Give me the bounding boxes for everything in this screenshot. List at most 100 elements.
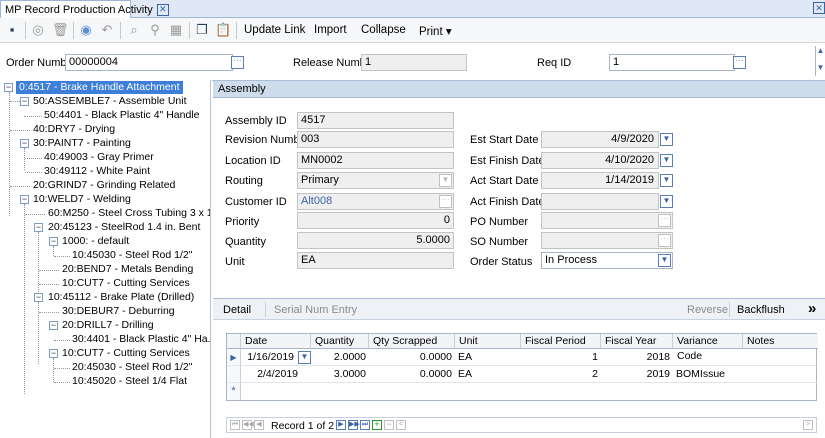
- column-header-notes[interactable]: Notes: [743, 334, 818, 349]
- print-menu-button[interactable]: Print ▾: [419, 24, 452, 38]
- undo-icon[interactable]: ↶: [99, 22, 115, 38]
- delete-icon[interactable]: 🗑: [52, 22, 69, 38]
- import-button[interactable]: Import: [314, 24, 347, 36]
- tree-node[interactable]: 60:M250 - Steel Cross Tubing 3 x 1.5...: [48, 207, 210, 220]
- cell-qty-scrapped[interactable]: 0.0000: [369, 349, 455, 365]
- column-header-fiscal-period[interactable]: Fiscal Period: [521, 334, 601, 349]
- tree-node[interactable]: 10:CUT7 - Cutting Services: [62, 277, 190, 290]
- cell-notes[interactable]: [743, 349, 818, 365]
- cell-fiscal-period[interactable]: 2: [521, 366, 601, 382]
- paste-icon[interactable]: 📋: [215, 22, 231, 38]
- backflush-button[interactable]: Backflush: [737, 304, 785, 316]
- tree-node[interactable]: 10:45020 - Steel 1/4 Flat: [72, 375, 187, 388]
- scroll-up-icon[interactable]: ▲: [816, 46, 825, 56]
- cell-qty-scrapped[interactable]: 0.0000: [369, 366, 455, 382]
- column-header-qty-scrapped[interactable]: Qty Scrapped: [369, 334, 455, 349]
- current-row-indicator-icon[interactable]: ▶: [227, 349, 241, 366]
- table-row[interactable]: 2/4/2019 3.0000 0.0000 EA 2 2019 BOMIssu…: [241, 366, 818, 383]
- tree-node[interactable]: 20:45123 - SteelRod 1.4 in. Bent: [48, 221, 200, 234]
- tree-node[interactable]: 30:PAINT7 - Painting: [33, 137, 131, 150]
- column-header-quantity[interactable]: Quantity: [311, 334, 369, 349]
- next-record-icon[interactable]: ▶: [336, 420, 346, 430]
- tab-detail[interactable]: Detail: [223, 304, 251, 316]
- tree-node[interactable]: 10:WELD7 - Welding: [33, 193, 131, 206]
- column-header-variance-code[interactable]: Variance Code: [673, 334, 743, 362]
- cell-quantity[interactable]: 2.0000: [311, 349, 369, 365]
- first-page-icon[interactable]: ⏮: [230, 420, 240, 430]
- collapse-node-icon[interactable]: −: [20, 195, 29, 204]
- tree-node[interactable]: 1000: - default: [62, 235, 129, 248]
- collapse-node-icon[interactable]: −: [34, 223, 43, 232]
- cell-date[interactable]: 2/4/2019: [241, 366, 311, 382]
- tree-node[interactable]: 10:45112 - Brake Plate (Drilled): [48, 291, 194, 304]
- tree-node[interactable]: 10:45030 - Steel Rod 1/2": [72, 249, 192, 262]
- req-id-lookup-button[interactable]: ···: [733, 56, 746, 69]
- tab-close-icon[interactable]: ✕: [156, 4, 169, 17]
- update-link-button[interactable]: Update Link: [244, 24, 305, 36]
- scroll-right-icon[interactable]: >: [803, 420, 813, 430]
- tree-node[interactable]: 50:ASSEMBLE7 - Assemble Unit: [33, 95, 187, 108]
- cell-variance-code[interactable]: BOMIssue: [673, 366, 743, 382]
- act-finish-date-dropdown-icon[interactable]: ▼: [660, 195, 673, 208]
- grid-icon[interactable]: ▦: [168, 22, 184, 38]
- add-record-icon[interactable]: +: [372, 420, 382, 430]
- est-finish-date-dropdown-icon[interactable]: ▼: [660, 154, 673, 167]
- save-icon[interactable]: ▪: [4, 22, 20, 38]
- cell-unit[interactable]: EA: [455, 366, 521, 382]
- tree-node[interactable]: 50:4401 - Black Plastic 4" Handle: [44, 109, 199, 122]
- tree-node[interactable]: 30:4401 - Black Plastic 4" Ha...: [72, 333, 210, 346]
- last-page-icon[interactable]: ⏭: [360, 420, 370, 430]
- delete-record-icon[interactable]: −: [384, 420, 394, 430]
- collapse-button[interactable]: Collapse: [361, 24, 406, 36]
- scroll-down-icon[interactable]: ▼: [816, 63, 825, 73]
- collapse-node-icon[interactable]: −: [49, 237, 58, 246]
- order-number-field[interactable]: 00000004: [65, 54, 233, 71]
- view-icon[interactable]: ◉: [78, 22, 94, 38]
- row-selector[interactable]: [227, 366, 241, 383]
- act-start-date-dropdown-icon[interactable]: ▼: [660, 174, 673, 187]
- tree-node[interactable]: 20:DRILL7 - Drilling: [62, 319, 154, 332]
- tab-serial-num-entry[interactable]: Serial Num Entry: [274, 304, 357, 316]
- cell-date[interactable]: 1/16/2019: [241, 349, 297, 365]
- header-scrollbar[interactable]: ▲ ▼: [815, 46, 825, 76]
- cell-fiscal-year[interactable]: 2019: [601, 366, 673, 382]
- collapse-node-icon[interactable]: −: [49, 321, 58, 330]
- window-close-icon[interactable]: ✕: [813, 2, 825, 14]
- tree-node[interactable]: 10:CUT7 - Cutting Services: [62, 347, 190, 360]
- filter-icon[interactable]: ⚲: [147, 22, 163, 38]
- order-lookup-button[interactable]: ···: [231, 56, 244, 69]
- order-status-select[interactable]: In Process: [541, 252, 673, 269]
- collapse-node-icon[interactable]: −: [34, 293, 43, 302]
- tree-node[interactable]: 20:45030 - Steel Rod 1/2": [72, 361, 192, 374]
- cell-fiscal-period[interactable]: 1: [521, 349, 601, 365]
- tree-node[interactable]: 40:DRY7 - Drying: [33, 123, 115, 136]
- collapse-node-icon[interactable]: −: [49, 349, 58, 358]
- cell-variance-code[interactable]: [673, 349, 743, 365]
- column-header-unit[interactable]: Unit: [455, 334, 521, 349]
- order-status-dropdown-icon[interactable]: ▼: [658, 254, 671, 267]
- collapse-node-icon[interactable]: −: [20, 97, 29, 106]
- cell-notes[interactable]: [743, 366, 818, 382]
- tree-node[interactable]: 30:DEBUR7 - Deburring: [62, 305, 175, 318]
- cell-unit[interactable]: EA: [455, 349, 521, 365]
- next-page-icon[interactable]: ▶▶: [348, 420, 360, 430]
- more-actions-icon[interactable]: »: [808, 300, 816, 317]
- new-row-asterisk-icon[interactable]: *: [227, 383, 241, 400]
- collapse-node-icon[interactable]: −: [4, 83, 13, 92]
- previous-page-icon[interactable]: ◀◀: [242, 420, 254, 430]
- tree-node[interactable]: 30:49112 - White Paint: [44, 165, 150, 178]
- previous-record-icon[interactable]: ◀: [254, 420, 264, 430]
- column-header-fiscal-year[interactable]: Fiscal Year: [601, 334, 673, 349]
- cell-fiscal-year[interactable]: 2018: [601, 349, 673, 365]
- tree-node-selected[interactable]: 0:4517 - Brake Handle Attachment: [16, 81, 183, 94]
- reverse-button[interactable]: Reverse: [687, 304, 728, 316]
- cell-quantity[interactable]: 3.0000: [311, 366, 369, 382]
- tree-node[interactable]: 20:BEND7 - Metals Bending: [62, 263, 193, 276]
- tree-node[interactable]: 20:GRIND7 - Grinding Related: [33, 179, 175, 192]
- est-start-date-dropdown-icon[interactable]: ▼: [660, 133, 673, 146]
- scroll-left-icon[interactable]: <: [396, 420, 406, 430]
- tree-node[interactable]: 40:49003 - Gray Primer: [44, 151, 154, 164]
- new-icon[interactable]: ◎: [30, 22, 46, 38]
- collapse-node-icon[interactable]: −: [20, 139, 29, 148]
- column-header-date[interactable]: Date: [241, 334, 311, 349]
